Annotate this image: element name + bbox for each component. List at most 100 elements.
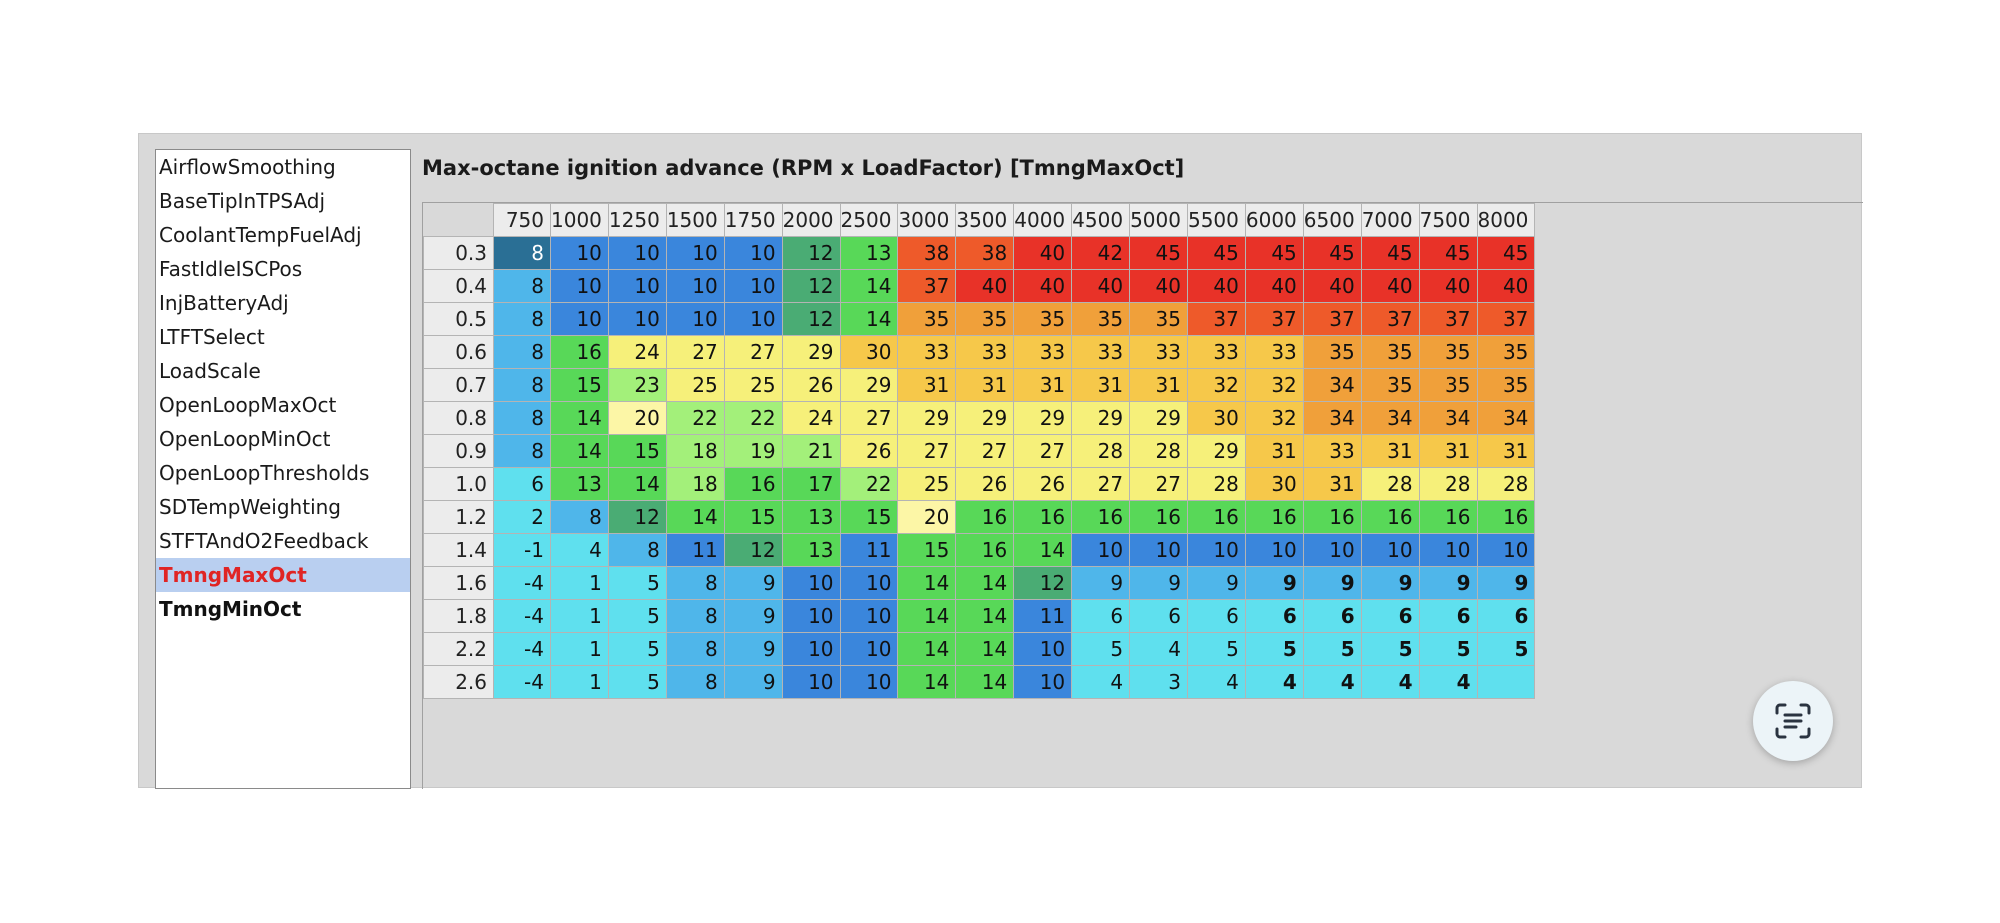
- map-cell[interactable]: 10: [607, 236, 667, 270]
- map-cell[interactable]: 29: [1129, 401, 1188, 435]
- map-cell[interactable]: 9: [1071, 566, 1131, 600]
- map-cell[interactable]: 37: [897, 269, 957, 303]
- map-cell[interactable]: 10: [839, 632, 899, 666]
- sidebar-item-openloopmaxoct[interactable]: OpenLoopMaxOct: [156, 388, 410, 422]
- map-cell[interactable]: 8: [550, 500, 609, 534]
- map-cell[interactable]: 15: [550, 368, 609, 402]
- map-cell[interactable]: 35: [1129, 302, 1188, 336]
- map-cell[interactable]: 45: [1302, 236, 1362, 270]
- map-cell[interactable]: 1: [550, 566, 609, 600]
- map-cell[interactable]: 6: [1476, 599, 1536, 633]
- map-cell[interactable]: 10: [723, 269, 783, 303]
- sidebar-item-sdtempweighting[interactable]: SDTempWeighting: [156, 490, 410, 524]
- sidebar-item-ltftselect[interactable]: LTFTSelect: [156, 320, 410, 354]
- map-cell[interactable]: 12: [781, 236, 841, 270]
- map-cell[interactable]: 26: [955, 467, 1015, 501]
- map-cell[interactable]: 6: [1360, 599, 1420, 633]
- map-cell[interactable]: 34: [1360, 401, 1420, 435]
- map-cell[interactable]: 37: [1418, 302, 1478, 336]
- map-cell[interactable]: 40: [1244, 269, 1304, 303]
- map-cell[interactable]: 35: [897, 302, 957, 336]
- map-cell[interactable]: 27: [955, 434, 1015, 468]
- map-cell[interactable]: 16: [1476, 500, 1536, 534]
- map-cell[interactable]: 33: [1244, 335, 1304, 369]
- map-cell[interactable]: 5: [607, 632, 667, 666]
- map-cell[interactable]: 29: [1013, 401, 1073, 435]
- map-cell[interactable]: 8: [493, 335, 551, 369]
- map-cell[interactable]: 14: [897, 632, 957, 666]
- text-scan-button[interactable]: [1753, 681, 1833, 761]
- map-cell[interactable]: 10: [1013, 632, 1073, 666]
- map-cell[interactable]: 5: [1071, 632, 1131, 666]
- map-cell[interactable]: 28: [1186, 467, 1246, 501]
- map-cell[interactable]: 26: [1013, 467, 1073, 501]
- map-cell[interactable]: 4: [1129, 632, 1188, 666]
- sidebar-item-openloopminoct[interactable]: OpenLoopMinOct: [156, 422, 410, 456]
- map-cell[interactable]: 10: [1013, 665, 1073, 699]
- map-cell[interactable]: 45: [1418, 236, 1478, 270]
- map-cell[interactable]: 16: [1071, 500, 1131, 534]
- map-cell[interactable]: 15: [897, 533, 957, 567]
- map-cell[interactable]: 27: [665, 335, 725, 369]
- map-cell[interactable]: 9: [723, 665, 783, 699]
- map-cell[interactable]: 35: [1360, 335, 1420, 369]
- map-cell[interactable]: 37: [1302, 302, 1362, 336]
- map-cell[interactable]: 33: [1186, 335, 1246, 369]
- map-cell[interactable]: 9: [1129, 566, 1188, 600]
- map-cell[interactable]: 35: [1476, 368, 1536, 402]
- map-cell[interactable]: 6: [1244, 599, 1304, 633]
- map-cell[interactable]: 14: [897, 665, 957, 699]
- map-cell[interactable]: 13: [781, 500, 841, 534]
- map-cell[interactable]: 4: [1186, 665, 1246, 699]
- map-cell[interactable]: 17: [781, 467, 841, 501]
- map-cell[interactable]: 11: [1013, 599, 1073, 633]
- map-cell[interactable]: 16: [723, 467, 783, 501]
- map-cell[interactable]: 10: [607, 269, 667, 303]
- map-cell[interactable]: 14: [955, 599, 1015, 633]
- map-cell[interactable]: 5: [607, 566, 667, 600]
- map-cell[interactable]: 14: [550, 401, 609, 435]
- map-cell[interactable]: 11: [839, 533, 899, 567]
- map-cell[interactable]: 33: [897, 335, 957, 369]
- map-cell[interactable]: 14: [897, 599, 957, 633]
- map-cell[interactable]: 8: [665, 599, 725, 633]
- map-cell[interactable]: 3: [1129, 665, 1188, 699]
- map-cell[interactable]: 29: [839, 368, 899, 402]
- map-cell[interactable]: 22: [839, 467, 899, 501]
- map-cell[interactable]: 10: [839, 665, 899, 699]
- map-cell[interactable]: 15: [723, 500, 783, 534]
- map-cell[interactable]: 13: [781, 533, 841, 567]
- map-cell[interactable]: 29: [1186, 434, 1246, 468]
- map-cell[interactable]: 14: [955, 632, 1015, 666]
- map-cell[interactable]: 4: [1360, 665, 1420, 699]
- map-cell[interactable]: 32: [1186, 368, 1246, 402]
- map-cell[interactable]: 16: [955, 500, 1015, 534]
- map-cell[interactable]: 10: [1476, 533, 1536, 567]
- map-cell[interactable]: 9: [1302, 566, 1362, 600]
- map-cell[interactable]: 35: [1360, 368, 1420, 402]
- map-cell[interactable]: 9: [723, 566, 783, 600]
- sidebar-item-fastidleiscpos[interactable]: FastIdleISCPos: [156, 252, 410, 286]
- sidebar-item-basetipintpsadj[interactable]: BaseTipInTPSAdj: [156, 184, 410, 218]
- map-cell[interactable]: 32: [1244, 368, 1304, 402]
- map-cell[interactable]: 10: [607, 302, 667, 336]
- map-cell[interactable]: 20: [607, 401, 667, 435]
- map-cell[interactable]: 10: [1418, 533, 1478, 567]
- map-cell[interactable]: 32: [1244, 401, 1304, 435]
- map-cell[interactable]: 29: [955, 401, 1015, 435]
- map-cell[interactable]: 45: [1129, 236, 1188, 270]
- map-cell[interactable]: 9: [723, 599, 783, 633]
- map-cell[interactable]: 40: [1302, 269, 1362, 303]
- map-cell[interactable]: 34: [1302, 401, 1362, 435]
- map-cell[interactable]: 40: [1186, 269, 1246, 303]
- map-cell[interactable]: 14: [550, 434, 609, 468]
- map-cell[interactable]: 40: [1129, 269, 1188, 303]
- map-cell[interactable]: 8: [493, 302, 551, 336]
- map-cell[interactable]: 37: [1244, 302, 1304, 336]
- map-cell[interactable]: -4: [493, 566, 551, 600]
- map-cell[interactable]: 27: [897, 434, 957, 468]
- map-cell[interactable]: 6: [1129, 599, 1188, 633]
- map-cell[interactable]: 23: [607, 368, 667, 402]
- map-cell[interactable]: 33: [1013, 335, 1073, 369]
- map-cell[interactable]: 10: [550, 302, 609, 336]
